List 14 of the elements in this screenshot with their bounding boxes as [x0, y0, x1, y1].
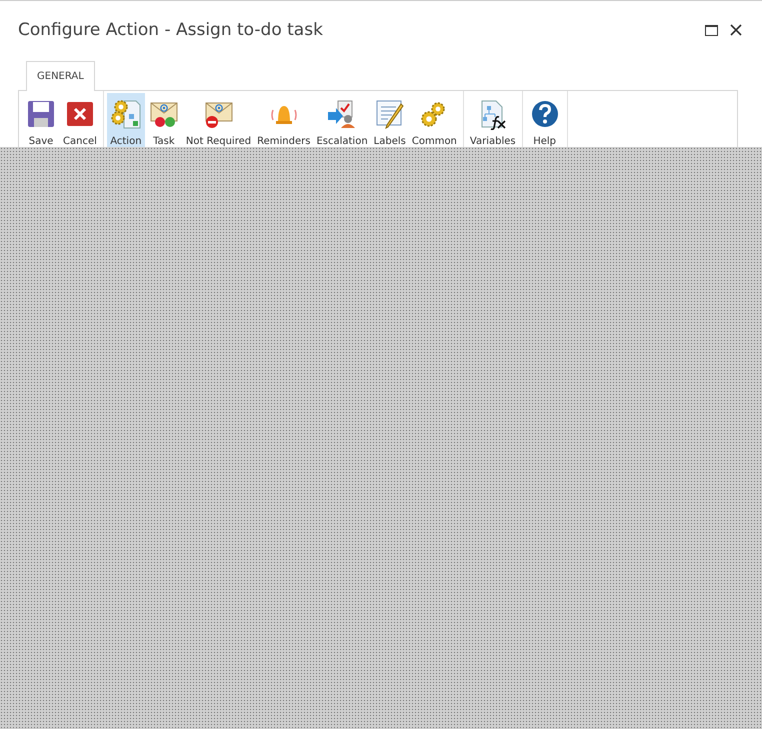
- ribbon-button[interactable]: Cancel: [60, 93, 100, 147]
- ribbon-button[interactable]: Labels: [370, 93, 409, 147]
- ribbon-button[interactable]: Action: [106, 93, 145, 147]
- ribbon-tab[interactable]: GENERAL: [26, 61, 95, 91]
- ribbon-button[interactable]: Reminders: [254, 93, 314, 147]
- ribbon-button[interactable]: Help: [526, 93, 564, 147]
- ribbon-button[interactable]: Common: [408, 93, 460, 147]
- ribbon-button[interactable]: Task: [144, 93, 183, 147]
- ribbon-button[interactable]: Variables: [466, 93, 519, 147]
- ribbon-button[interactable]: Escalation: [313, 93, 371, 147]
- ribbon-button[interactable]: Not Required: [182, 93, 254, 147]
- ribbon-button[interactable]: Save: [22, 93, 60, 147]
- save-icon: [25, 98, 57, 130]
- window-title: Configure Action - Assign to-do task: [18, 20, 324, 40]
